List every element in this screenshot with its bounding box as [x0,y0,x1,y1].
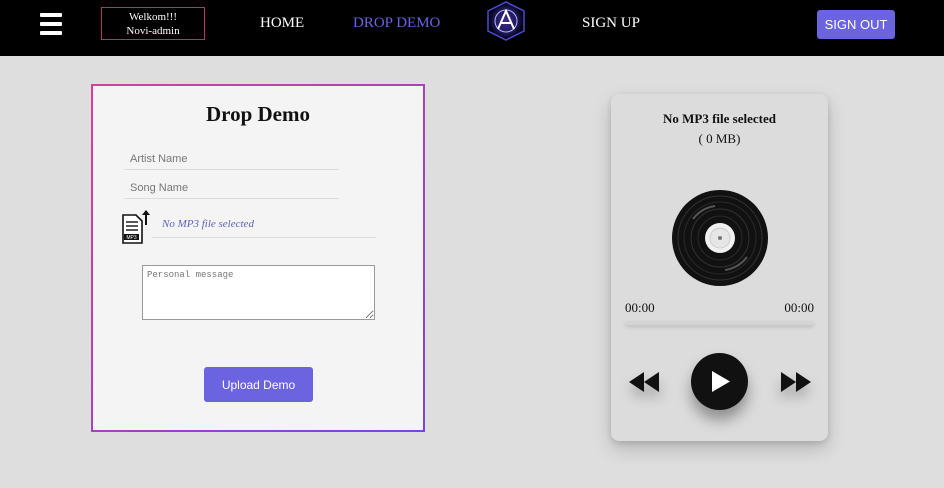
player-track-title: No MP3 file selected [663,111,776,126]
welcome-box: Welkom!!! Novi-admin [101,7,205,40]
brand-logo[interactable] [484,1,528,41]
play-button[interactable] [691,353,748,410]
progress-bar[interactable] [625,321,814,325]
upload-demo-button[interactable]: Upload Demo [204,367,313,402]
top-navbar: Welkom!!! Novi-admin HOME DROP DEMO SIGN… [0,0,944,56]
play-icon [712,371,730,392]
nav-sign-up-link[interactable]: SIGN UP [582,15,640,32]
form-title: Drop Demo [205,102,310,126]
mp3-file-upload-icon[interactable]: MP3 [121,209,151,245]
file-status-label[interactable]: No MP3 file selected [152,218,376,238]
welcome-username: Novi-admin [126,25,180,37]
current-time: 00:00 [625,300,655,315]
nav-drop-demo-link[interactable]: DROP DEMO [353,15,440,32]
artist-name-input[interactable] [124,148,339,170]
rewind-icon[interactable] [628,370,660,394]
vinyl-record-icon [672,190,768,286]
sign-out-button[interactable]: SIGN OUT [817,10,895,39]
nav-home-link[interactable]: HOME [260,15,304,32]
audio-player: No MP3 file selected ( 0 MB) 00:00 00:00 [611,94,828,441]
mp3-icon-label: MP3 [126,235,137,241]
personal-message-textarea[interactable] [142,265,375,320]
drop-demo-form: Drop Demo MP3 No MP3 file selected Uploa… [91,84,425,432]
hamburger-icon[interactable] [40,13,62,35]
track-duration: 00:00 [784,300,814,315]
player-file-size: ( 0 MB) [698,131,741,146]
song-name-input[interactable] [124,177,339,199]
welcome-greeting: Welkom!!! [129,11,177,23]
fast-forward-icon[interactable] [780,370,812,394]
